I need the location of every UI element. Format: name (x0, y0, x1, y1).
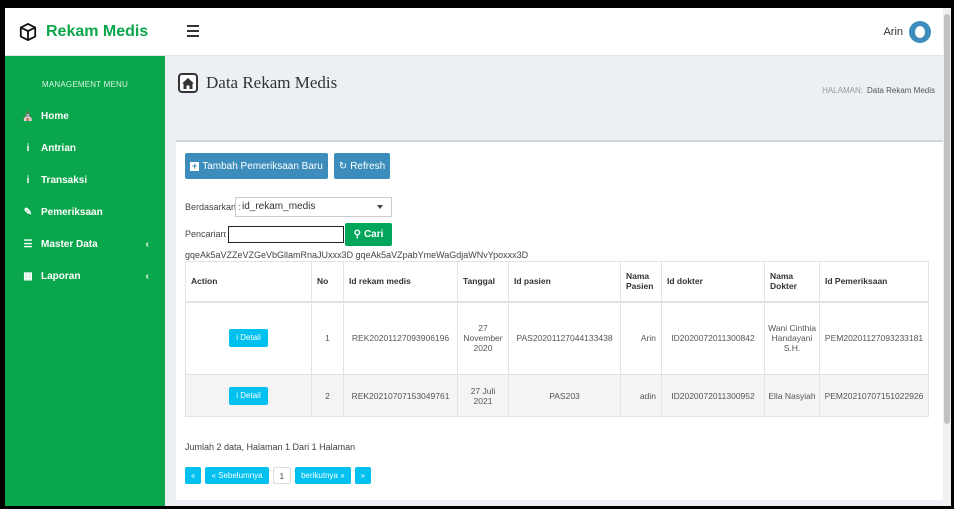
cell-id-rekam-medis: REK20210707153049761 (343, 374, 458, 417)
app-window: Rekam Medis Arin MANAGEMENT MENU ⛪ Home … (5, 8, 951, 506)
filter-by-label: Berdasarkan : (185, 202, 242, 212)
search-input[interactable] (228, 226, 344, 243)
cell-nama-pasien: Arin (620, 301, 662, 375)
sidebar-item-home[interactable]: ⛪ Home (5, 100, 165, 132)
cell-nama-dokter: Wani Cinthia Handayani S.H. (764, 301, 820, 375)
medical-records-table: Action No Id rekam medis Tanggal Id pasi… (185, 261, 929, 417)
add-examination-label: Tambah Pemeriksaan Baru (202, 160, 323, 172)
sidebar-item-master-data[interactable]: ☰ Master Data ‹ (5, 228, 165, 260)
cell-tanggal: 27 November 2020 (457, 301, 509, 375)
search-separator: : (224, 229, 227, 239)
search-button[interactable]: ⚲ Cari (345, 223, 392, 246)
column-header[interactable]: No (311, 261, 344, 303)
refresh-button[interactable]: ↻ Refresh (334, 153, 390, 179)
cell-tanggal: 27 Juli 2021 (457, 374, 509, 417)
chevron-down-icon (377, 205, 383, 209)
action-cell: i Detail (185, 301, 312, 375)
column-header[interactable]: Id Pemeriksaan (819, 261, 929, 303)
info-icon: i (26, 174, 30, 186)
table-header-row: Action No Id rekam medis Tanggal Id pasi… (185, 261, 929, 303)
main-content: Data Rekam Medis HALAMAN: Data Rekam Medi… (165, 56, 951, 506)
chevron-left-icon: ‹ (145, 238, 149, 250)
refresh-label: Refresh (350, 160, 386, 172)
chevron-left-icon: ‹ (145, 270, 149, 282)
cell-id-dokter: ID2020072011300842 (661, 301, 765, 375)
column-header[interactable]: Id rekam medis (343, 261, 458, 303)
scrollbar-thumb[interactable] (944, 14, 950, 424)
last-page-button[interactable]: » (354, 467, 372, 484)
add-examination-button[interactable]: + Tambah Pemeriksaan Baru (185, 153, 328, 179)
previous-page-button[interactable]: « Sebelumnya (205, 467, 269, 484)
refresh-icon: ↻ (338, 160, 348, 172)
cell-id-rekam-medis: REK20201127093906196 (343, 301, 458, 375)
filter-by-value: id_rekam_medis (242, 201, 316, 212)
info-icon: i (26, 142, 30, 154)
column-header[interactable]: Tanggal (457, 261, 509, 303)
filter-by-select[interactable]: id_rekam_medis (235, 197, 392, 217)
data-box: + Tambah Pemeriksaan Baru ↻ Refresh Berd… (176, 140, 946, 500)
breadcrumb-current[interactable]: Data Rekam Medis (867, 86, 935, 95)
sidebar-item-pemeriksaan[interactable]: ✎ Pemeriksaan (5, 196, 165, 228)
detail-button[interactable]: i Detail (229, 329, 268, 348)
sidebar-item-label: Transaksi (41, 174, 88, 186)
next-page-button[interactable]: berikutnya » (295, 467, 351, 484)
cell-id-pemeriksaan: PEM20201127093233181 (819, 301, 929, 375)
logo[interactable]: Rekam Medis (5, 8, 165, 56)
sidebar-item-label: Laporan (41, 270, 81, 282)
detail-button[interactable]: i Detail (229, 386, 268, 405)
column-header[interactable]: Action (185, 261, 312, 303)
column-header[interactable]: Id dokter (661, 261, 765, 303)
page-header: Data Rekam Medis (178, 73, 337, 93)
sidebar-item-transaksi[interactable]: i Transaksi (5, 164, 165, 196)
home-icon: ⛪ (21, 110, 35, 122)
sidebar-item-label: Home (41, 110, 69, 122)
breadcrumb-key: HALAMAN: (822, 86, 863, 95)
column-header[interactable]: Id pasien (508, 261, 621, 303)
table-row: i Detail 2 REK20210707153049761 27 Juli … (185, 374, 929, 417)
cell-id-dokter: ID2020072011300952 (661, 374, 765, 417)
cell-id-pemeriksaan: PEM20210707151022926 (819, 374, 929, 417)
column-header[interactable]: Nama Dokter (764, 261, 820, 303)
menu-header: MANAGEMENT MENU (42, 80, 128, 89)
cell-nama-dokter: Ella Nasyiah (764, 374, 820, 417)
sidebar-item-laporan[interactable]: ▦ Laporan ‹ (5, 260, 165, 292)
encoded-token-text: gqeAk5aVZZeVZGeVbGllamRnaJUxxx3D gqeAk5a… (185, 250, 529, 260)
user-menu[interactable]: Arin (883, 21, 931, 43)
sidebar-item-label: Antrian (41, 142, 76, 154)
column-header[interactable]: Nama Pasien (620, 261, 662, 303)
cell-no: 2 (311, 374, 344, 417)
search-label: Pencarian (185, 229, 226, 239)
cell-id-pasien: PAS20201127044133438 (508, 301, 621, 375)
calendar-icon: ▦ (23, 270, 33, 282)
current-page[interactable]: 1 (272, 467, 292, 484)
user-name: Arin (883, 26, 903, 38)
sidebar: MANAGEMENT MENU ⛪ Home i Antrian i Trans… (5, 56, 165, 506)
menu-toggle-icon[interactable] (187, 25, 199, 37)
brand-name: Rekam Medis (46, 22, 149, 40)
sidebar-item-label: Pemeriksaan (41, 206, 103, 218)
cube-icon (19, 22, 37, 41)
pagination-summary: Jumlah 2 data, Halaman 1 Dari 1 Halaman (185, 442, 356, 452)
sidebar-item-label: Master Data (41, 238, 98, 250)
edit-icon: ✎ (23, 206, 33, 218)
top-navbar: Arin (165, 8, 951, 56)
plus-icon: + (190, 160, 200, 171)
cell-no: 1 (311, 301, 344, 375)
pagination: « « Sebelumnya 1 berikutnya » » (185, 467, 375, 484)
avatar (909, 21, 931, 43)
action-cell: i Detail (185, 374, 312, 417)
sidebar-item-antrian[interactable]: i Antrian (5, 132, 165, 164)
page-title: Data Rekam Medis (206, 73, 338, 92)
cell-nama-pasien: adin (620, 374, 662, 417)
table-row: i Detail 1 REK20201127093906196 27 Novem… (185, 301, 929, 375)
cell-id-pasien: PAS203 (508, 374, 621, 417)
scrollbar[interactable] (943, 8, 951, 506)
search-icon: ⚲ (353, 229, 361, 240)
search-button-label: Cari (363, 229, 384, 240)
breadcrumb: HALAMAN: Data Rekam Medis (822, 86, 935, 95)
home-icon (178, 73, 198, 93)
first-page-button[interactable]: « (185, 467, 202, 484)
database-icon: ☰ (23, 238, 33, 250)
